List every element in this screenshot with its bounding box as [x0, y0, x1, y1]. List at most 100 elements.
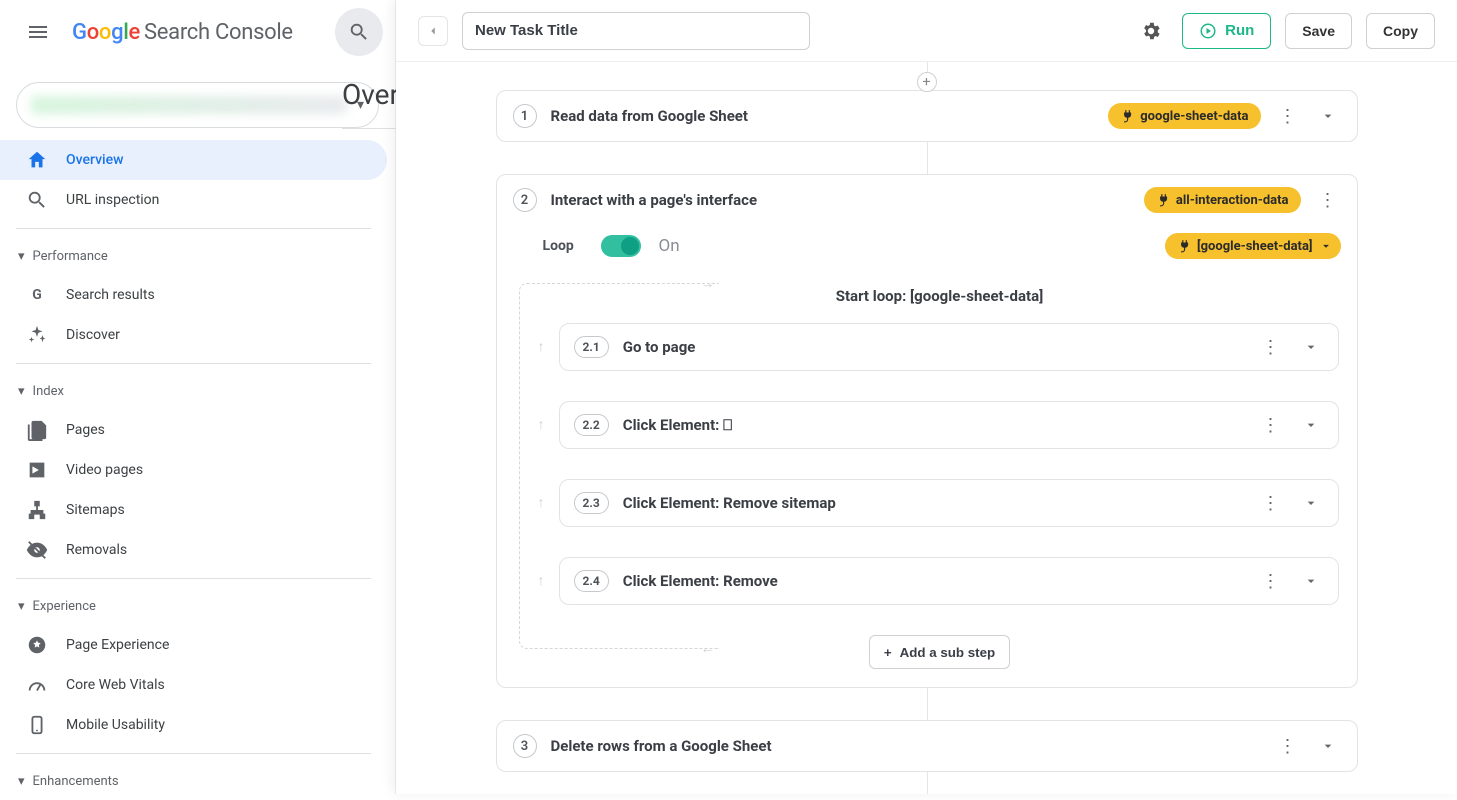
- chevron-down-icon: [1303, 573, 1319, 589]
- expand-sub-step-button[interactable]: [1298, 568, 1324, 594]
- output-tag[interactable]: all-interaction-data: [1144, 187, 1301, 213]
- move-up-button[interactable]: ↑: [538, 338, 545, 355]
- sub-step-card-2-4: ↑ 2.4 Click Element: Remove ⋮: [559, 557, 1339, 605]
- property-name-blurred: [31, 96, 347, 114]
- expand-sub-step-button[interactable]: [1298, 412, 1324, 438]
- output-tag[interactable]: google-sheet-data: [1108, 103, 1260, 129]
- expand-sub-step-button[interactable]: [1298, 334, 1324, 360]
- loop-state-text: On: [659, 236, 680, 256]
- sitemap-icon: [26, 499, 48, 521]
- sidebar-item-mobile-usability[interactable]: Mobile Usability: [0, 705, 387, 745]
- pages-icon: [26, 419, 48, 441]
- sidebar-item-video-pages[interactable]: Video pages: [0, 450, 387, 490]
- plug-icon: [1156, 193, 1170, 207]
- sidebar-item-core-web-vitals[interactable]: Core Web Vitals: [0, 665, 387, 705]
- settings-button[interactable]: [1134, 14, 1168, 48]
- sub-step-menu-button[interactable]: ⋮: [1258, 568, 1284, 594]
- save-button[interactable]: Save: [1285, 13, 1352, 49]
- run-button[interactable]: Run: [1182, 13, 1271, 49]
- hamburger-menu-button[interactable]: [16, 10, 60, 54]
- sidebar-item-label: Removals: [66, 542, 127, 558]
- sub-step-title: Click Element: Remove: [623, 572, 778, 590]
- property-selector[interactable]: ▾: [16, 82, 379, 128]
- sidebar-item-removals[interactable]: Removals: [0, 530, 387, 570]
- sub-step-menu-button[interactable]: ⋮: [1258, 490, 1284, 516]
- hidden-icon: [26, 539, 48, 561]
- step-title: Read data from Google Sheet: [551, 107, 748, 125]
- video-pages-icon: [26, 459, 48, 481]
- move-up-button[interactable]: ↑: [538, 416, 545, 433]
- google-g-icon: G: [26, 284, 48, 306]
- sub-step-menu-button[interactable]: ⋮: [1258, 412, 1284, 438]
- expand-step-button[interactable]: [1315, 733, 1341, 759]
- sub-step-number: 2.2: [574, 414, 609, 436]
- loop-toggle[interactable]: [601, 235, 641, 257]
- flow-body[interactable]: + 1 Read data from Google Sheet google-s…: [396, 62, 1457, 794]
- step-card-3: 3 Delete rows from a Google Sheet ⋮: [496, 720, 1358, 772]
- add-sub-step-button[interactable]: + Add a sub step: [869, 635, 1010, 669]
- sidebar-item-search-results[interactable]: G Search results: [0, 275, 387, 315]
- step-menu-button[interactable]: ⋮: [1275, 733, 1301, 759]
- sidebar-item-overview[interactable]: Overview: [0, 140, 387, 180]
- sub-step-menu-button[interactable]: ⋮: [1258, 334, 1284, 360]
- move-up-button[interactable]: ↑: [538, 494, 545, 511]
- sub-step-number: 2.3: [574, 492, 609, 514]
- sidebar-item-label: URL inspection: [66, 192, 159, 208]
- sidebar-item-label: Sitemaps: [66, 502, 125, 518]
- discover-icon: [26, 324, 48, 346]
- sub-step-title: Click Element: Remove sitemap: [623, 494, 836, 512]
- plus-icon: +: [884, 645, 892, 660]
- sidebar-item-pages[interactable]: Pages: [0, 410, 387, 450]
- arrow-right-icon: →: [701, 275, 715, 292]
- sidebar-item-url-inspection[interactable]: URL inspection: [0, 180, 387, 220]
- step-menu-button[interactable]: ⋮: [1315, 187, 1341, 213]
- chevron-down-icon: [1303, 417, 1319, 433]
- sidebar-item-label: Discover: [66, 327, 120, 343]
- add-step-button[interactable]: +: [917, 72, 937, 92]
- sidebar-item-label: Pages: [66, 422, 105, 438]
- step-card-2: 2 Interact with a page's interface all-i…: [496, 174, 1358, 688]
- plug-icon: [1120, 109, 1134, 123]
- section-performance[interactable]: ▾ Performance: [0, 237, 387, 275]
- sidebar-item-label: Search results: [66, 287, 155, 303]
- sidebar-item-label: Core Web Vitals: [66, 677, 165, 693]
- sidebar-item-discover[interactable]: Discover: [0, 315, 387, 355]
- sidebar-item-label: Video pages: [66, 462, 143, 478]
- sub-step-title: Go to page: [623, 338, 696, 356]
- sidebar-item-label: Mobile Usability: [66, 717, 165, 733]
- expand-step-button[interactable]: [1315, 103, 1341, 129]
- chevron-down-icon: [1319, 239, 1333, 253]
- task-title-input[interactable]: [462, 12, 810, 50]
- step-menu-button[interactable]: ⋮: [1275, 103, 1301, 129]
- back-button[interactable]: [418, 16, 448, 46]
- sidebar-item-sitemaps[interactable]: Sitemaps: [0, 490, 387, 530]
- sidebar-item-page-experience[interactable]: Page Experience: [0, 625, 387, 665]
- search-button[interactable]: [335, 8, 383, 56]
- gear-icon: [1140, 20, 1162, 42]
- sub-step-number: 2.4: [574, 570, 609, 592]
- search-icon: [26, 189, 48, 211]
- section-index[interactable]: ▾ Index: [0, 372, 387, 410]
- product-name: Search Console: [144, 20, 293, 45]
- loop-label: Loop: [543, 238, 583, 254]
- sidebar-item-label: Overview: [66, 152, 123, 168]
- section-experience[interactable]: ▾ Experience: [0, 587, 387, 625]
- expand-sub-step-button[interactable]: [1298, 490, 1324, 516]
- sidebar-item-label: Page Experience: [66, 637, 169, 653]
- loop-container: → Start loop: [google-sheet-data] ↑ 2.1 …: [515, 287, 1339, 669]
- gsc-logo: Google Search Console: [72, 20, 293, 45]
- section-enhancements[interactable]: ▾ Enhancements: [0, 762, 387, 800]
- copy-button[interactable]: Copy: [1366, 13, 1435, 49]
- plug-icon: [1177, 239, 1191, 253]
- sub-step-card-2-2: ↑ 2.2 Click Element: ⎕ ⋮: [559, 401, 1339, 449]
- sub-step-number: 2.1: [574, 336, 609, 358]
- loop-heading: Start loop: [google-sheet-data]: [541, 287, 1339, 305]
- move-up-button[interactable]: ↑: [538, 572, 545, 589]
- arrow-left-icon: ←: [701, 640, 715, 657]
- sub-step-title: Click Element: ⎕: [623, 416, 732, 434]
- gsc-nav: Overview URL inspection ▾ Performance G …: [0, 140, 395, 800]
- play-circle-icon: [1199, 22, 1217, 40]
- step-title: Interact with a page's interface: [551, 191, 758, 209]
- loop-source-dropdown[interactable]: [google-sheet-data]: [1165, 233, 1340, 259]
- step-number: 2: [513, 188, 537, 212]
